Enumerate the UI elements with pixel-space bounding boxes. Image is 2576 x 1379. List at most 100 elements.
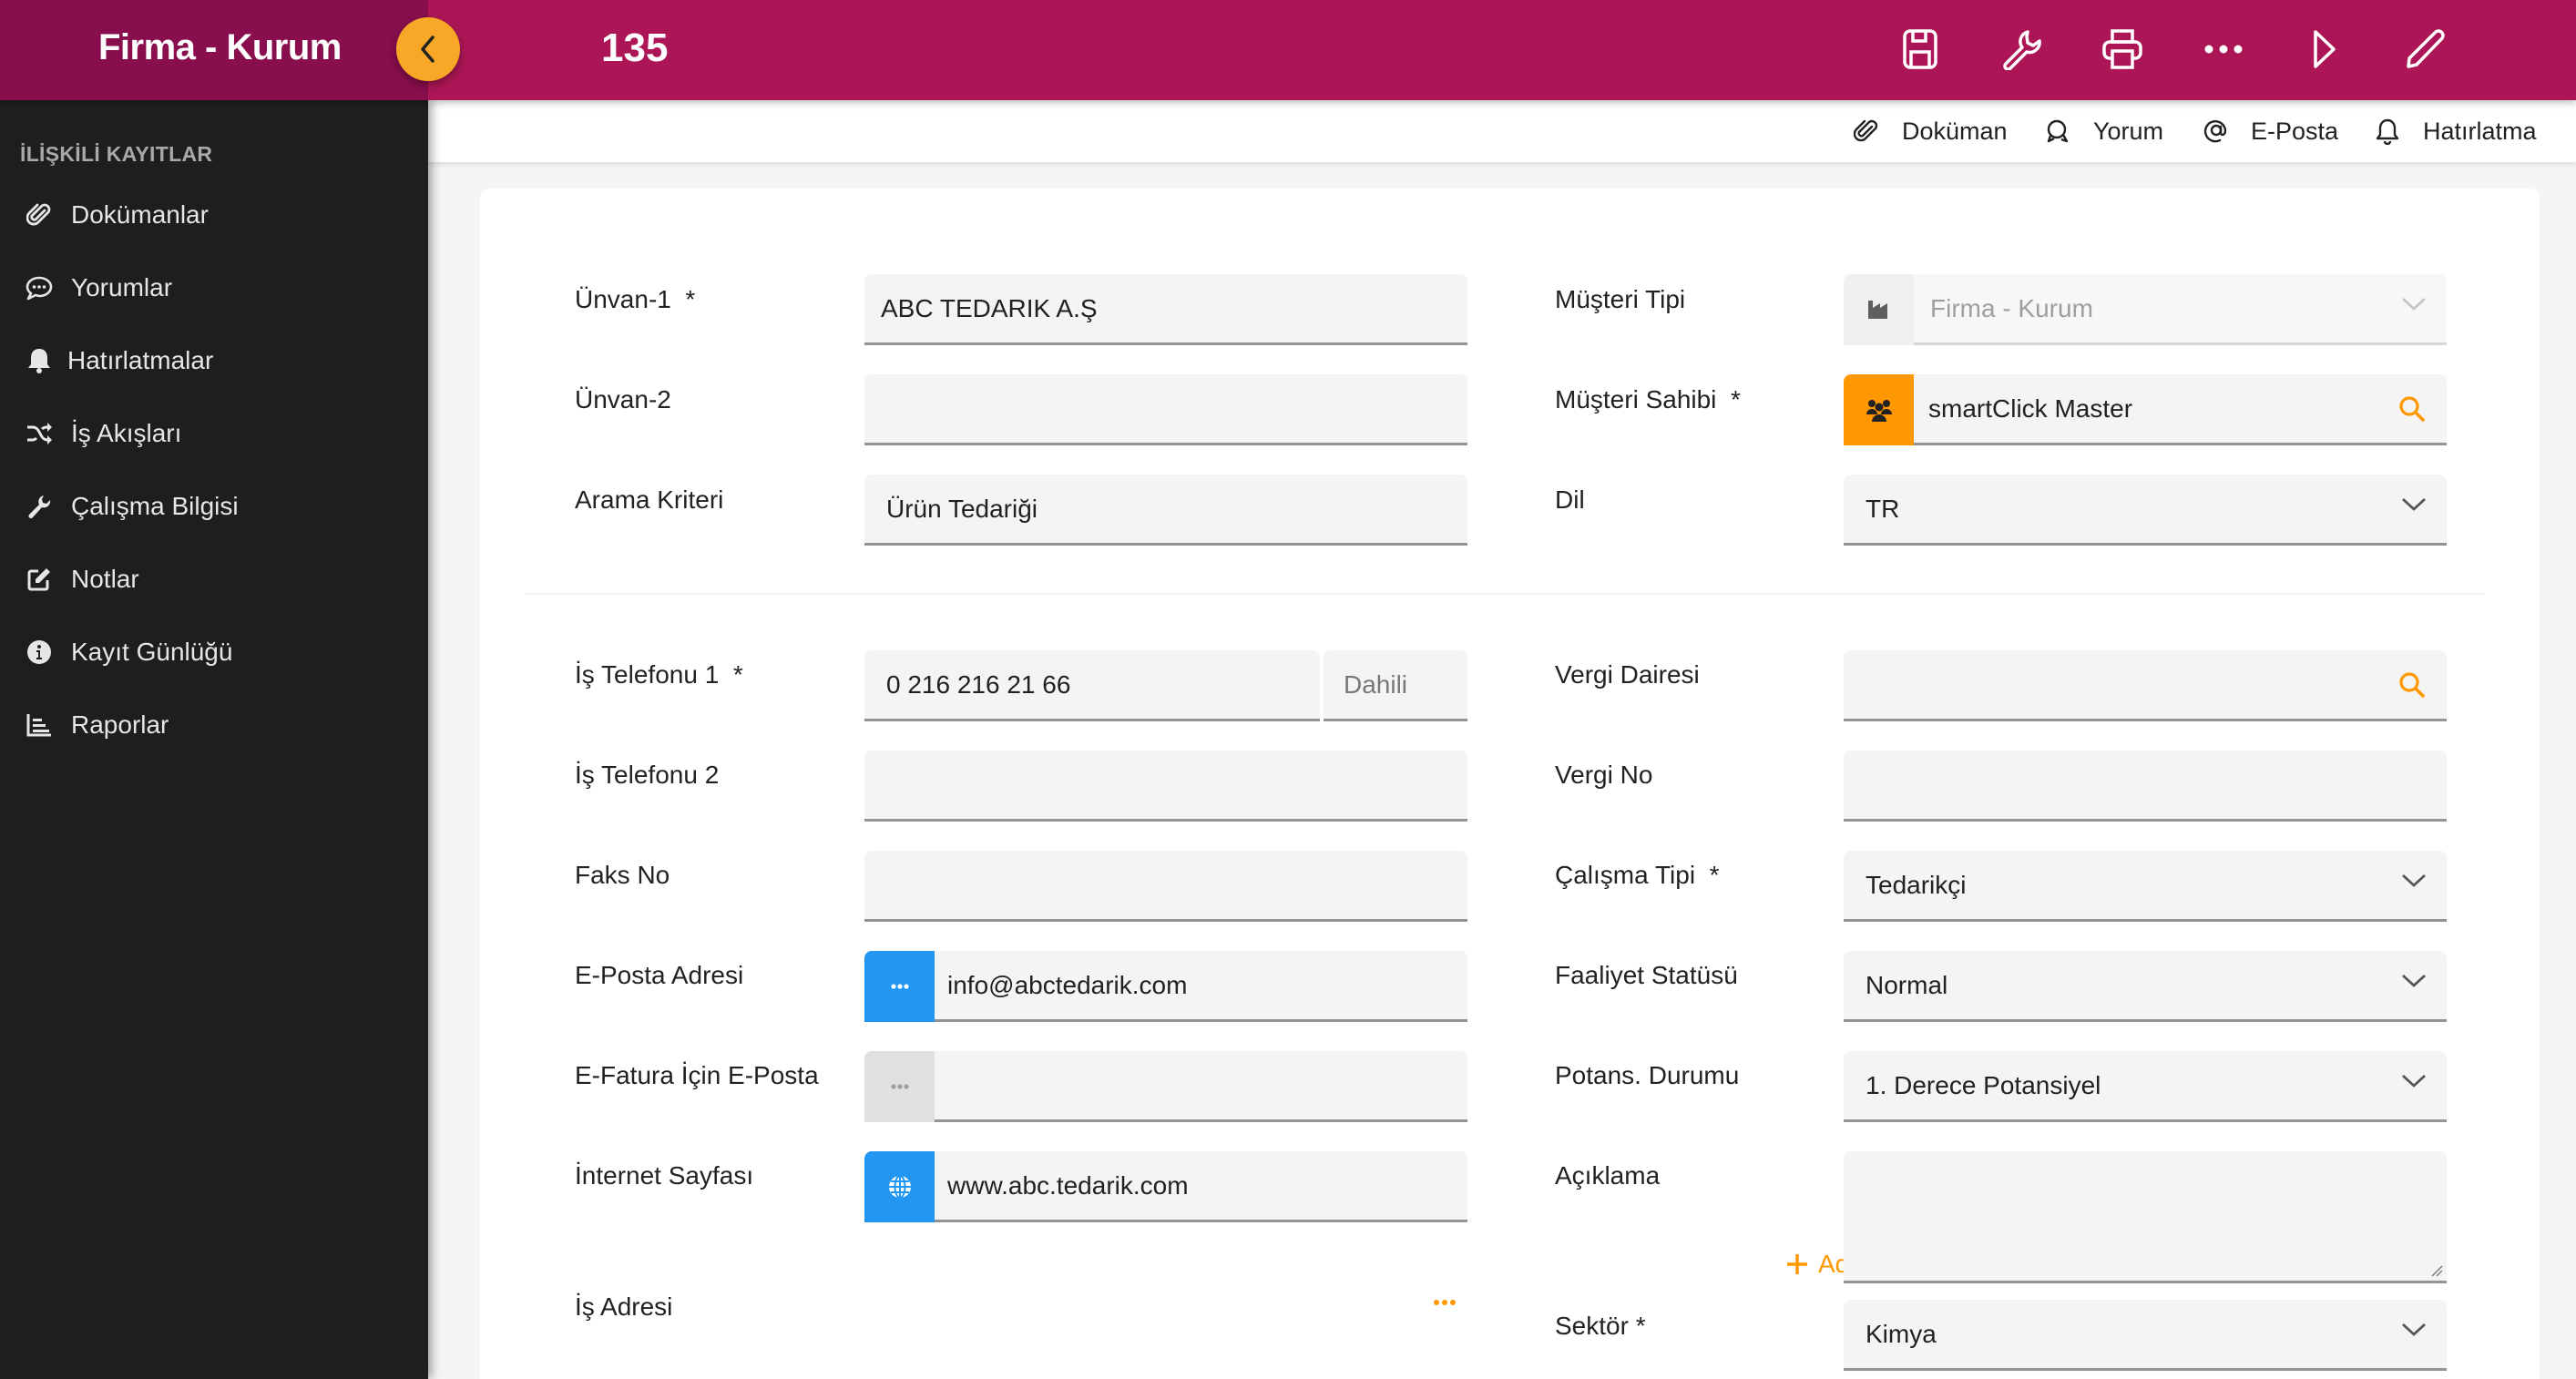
is-adresi-label: İş Adresi xyxy=(575,1292,673,1321)
sidebar-item-calisma-bilgisi[interactable]: Çalışma Bilgisi xyxy=(0,475,428,538)
arama-kriteri-label: Arama Kriteri xyxy=(575,485,724,514)
musteri-tipi-select[interactable]: Firma - Kurum xyxy=(1844,274,2447,345)
save-button[interactable] xyxy=(1895,24,1946,75)
dil-label: Dil xyxy=(1555,485,1585,514)
calisma-tipi-select[interactable]: Tedarikçi xyxy=(1844,851,2447,922)
print-button[interactable] xyxy=(2097,24,2148,75)
sidebar-item-label: Hatırlatmalar xyxy=(67,346,214,374)
musteri-sahibi-input[interactable]: smartClick Master xyxy=(1844,374,2447,445)
wrench-icon xyxy=(2003,30,2041,70)
sektor-select[interactable]: Kimya xyxy=(1844,1300,2447,1371)
vergi-no-input[interactable] xyxy=(1844,751,2447,822)
header-title-area: Firma - Kurum xyxy=(0,0,428,100)
chevron-down-icon xyxy=(2402,298,2426,311)
more-button[interactable] xyxy=(2198,24,2249,75)
chevron-down-icon xyxy=(2402,873,2426,887)
vergi-no-label: Vergi No xyxy=(1555,761,1653,789)
chevron-down-icon xyxy=(2402,1074,2426,1088)
chart-bar-icon xyxy=(24,710,55,741)
at-icon xyxy=(2200,116,2231,147)
is-telefonu-1-input[interactable]: 0 216 216 21 66 xyxy=(864,650,1320,721)
faks-no-input[interactable] xyxy=(864,851,1467,922)
resize-handle-icon[interactable] xyxy=(2430,1264,2443,1277)
calisma-tipi-label: Çalışma Tipi * xyxy=(1555,861,1720,889)
app-title: Firma - Kurum xyxy=(98,27,342,67)
eposta-adresi-label: E-Posta Adresi xyxy=(575,961,744,989)
sidebar-item-dokumanlar[interactable]: Dokümanlar xyxy=(0,183,428,247)
settings-button[interactable] xyxy=(1996,24,2047,75)
dil-select[interactable]: TR xyxy=(1844,475,2447,546)
is-telefonu-2-input[interactable] xyxy=(864,751,1467,822)
more-horizontal-icon[interactable] xyxy=(864,951,935,1022)
comment-icon xyxy=(2042,116,2073,147)
dahili-input[interactable]: Dahili xyxy=(1324,650,1467,721)
send-email-button[interactable]: E-Posta xyxy=(2200,100,2338,162)
aciklama-textarea[interactable] xyxy=(1844,1151,2447,1283)
action-label: E-Posta xyxy=(2251,117,2339,145)
add-document-button[interactable]: Doküman xyxy=(1851,100,2008,162)
more-horizontal-icon[interactable] xyxy=(864,1051,935,1122)
musteri-tipi-label: Müşteri Tipi xyxy=(1555,285,1686,313)
search-icon[interactable] xyxy=(2397,670,2427,700)
add-comment-button[interactable]: Yorum xyxy=(2042,100,2163,162)
record-form-card: Ünvan-1 * ABC TEDARIK A.Ş Ünvan-2 Arama … xyxy=(480,189,2540,1379)
more-horizontal-icon xyxy=(2204,45,2243,54)
action-label: Hatırlatma xyxy=(2423,117,2537,145)
action-label: Doküman xyxy=(1902,117,2008,145)
action-label: Yorum xyxy=(2093,117,2164,145)
sektor-label: Sektör * xyxy=(1555,1312,1646,1340)
sidebar-item-is-akislari[interactable]: İş Akışları xyxy=(0,402,428,465)
eposta-adresi-input[interactable]: info@abctedarik.com xyxy=(864,951,1467,1022)
faks-no-label: Faks No xyxy=(575,861,670,889)
vergi-dairesi-input[interactable] xyxy=(1844,650,2447,721)
unvan1-label: Ünvan-1 * xyxy=(575,285,696,313)
sidebar-item-kayit-gunlugu[interactable]: Kayıt Günlüğü xyxy=(0,620,428,684)
save-icon xyxy=(1903,29,1937,69)
more-horizontal-icon[interactable] xyxy=(1433,1298,1457,1307)
internet-sayfasi-input[interactable]: www.abc.tedarik.com xyxy=(864,1151,1467,1222)
back-button[interactable] xyxy=(396,17,460,81)
chevron-left-icon xyxy=(421,36,434,63)
shuffle-icon xyxy=(24,418,55,449)
efatura-eposta-input[interactable] xyxy=(864,1051,1467,1122)
factory-icon xyxy=(1844,274,1914,345)
record-action-bar: Doküman Yorum E-Posta Hatırlatma xyxy=(428,100,2576,162)
unvan2-input[interactable] xyxy=(864,374,1467,445)
wrench-icon xyxy=(24,491,55,522)
sidebar-item-yorumlar[interactable]: Yorumlar xyxy=(0,256,428,320)
play-icon xyxy=(2314,30,2336,68)
app-header: Firma - Kurum 135 xyxy=(0,0,2576,100)
search-icon[interactable] xyxy=(2397,394,2427,424)
sidebar-item-raporlar[interactable]: Raporlar xyxy=(0,693,428,757)
chevron-down-icon xyxy=(2402,974,2426,987)
efatura-eposta-label: E-Fatura İçin E-Posta xyxy=(575,1061,819,1089)
info-icon xyxy=(24,637,55,668)
chevron-down-icon xyxy=(2402,1323,2426,1336)
vergi-dairesi-label: Vergi Dairesi xyxy=(1555,660,1700,689)
sidebar-item-notlar[interactable]: Notlar xyxy=(0,547,428,611)
pencil-icon xyxy=(2407,29,2445,68)
add-reminder-button[interactable]: Hatırlatma xyxy=(2372,100,2537,162)
edit-button[interactable] xyxy=(2400,24,2451,75)
globe-icon[interactable] xyxy=(864,1151,935,1222)
bell-icon xyxy=(2372,116,2403,147)
sidebar-item-label: Çalışma Bilgisi xyxy=(71,492,239,520)
plus-icon xyxy=(1787,1254,1807,1274)
sidebar-item-label: Kayıt Günlüğü xyxy=(71,638,233,666)
aciklama-label: Açıklama xyxy=(1555,1161,1661,1190)
potans-durumu-select[interactable]: 1. Derece Potansiyel xyxy=(1844,1051,2447,1122)
run-button[interactable] xyxy=(2299,24,2350,75)
is-telefonu-2-label: İş Telefonu 2 xyxy=(575,761,720,789)
comment-dots-icon xyxy=(24,272,55,303)
sidebar-item-label: Notlar xyxy=(71,565,139,593)
arama-kriteri-input[interactable]: Ürün Tedariği xyxy=(864,475,1467,546)
sidebar-item-label: Dokümanlar xyxy=(71,200,209,229)
sidebar: İLİŞKİLİ KAYITLAR Dokümanlar Yorumlar Ha… xyxy=(0,100,428,1379)
sidebar-item-hatirlatmalar[interactable]: Hatırlatmalar xyxy=(0,329,428,393)
faaliyet-statusu-select[interactable]: Normal xyxy=(1844,951,2447,1022)
edit-note-icon xyxy=(24,564,55,595)
section-divider xyxy=(526,593,2484,595)
unvan1-input[interactable]: ABC TEDARIK A.Ş xyxy=(864,274,1467,345)
users-icon xyxy=(1844,374,1914,445)
sidebar-item-label: Raporlar xyxy=(71,710,169,739)
